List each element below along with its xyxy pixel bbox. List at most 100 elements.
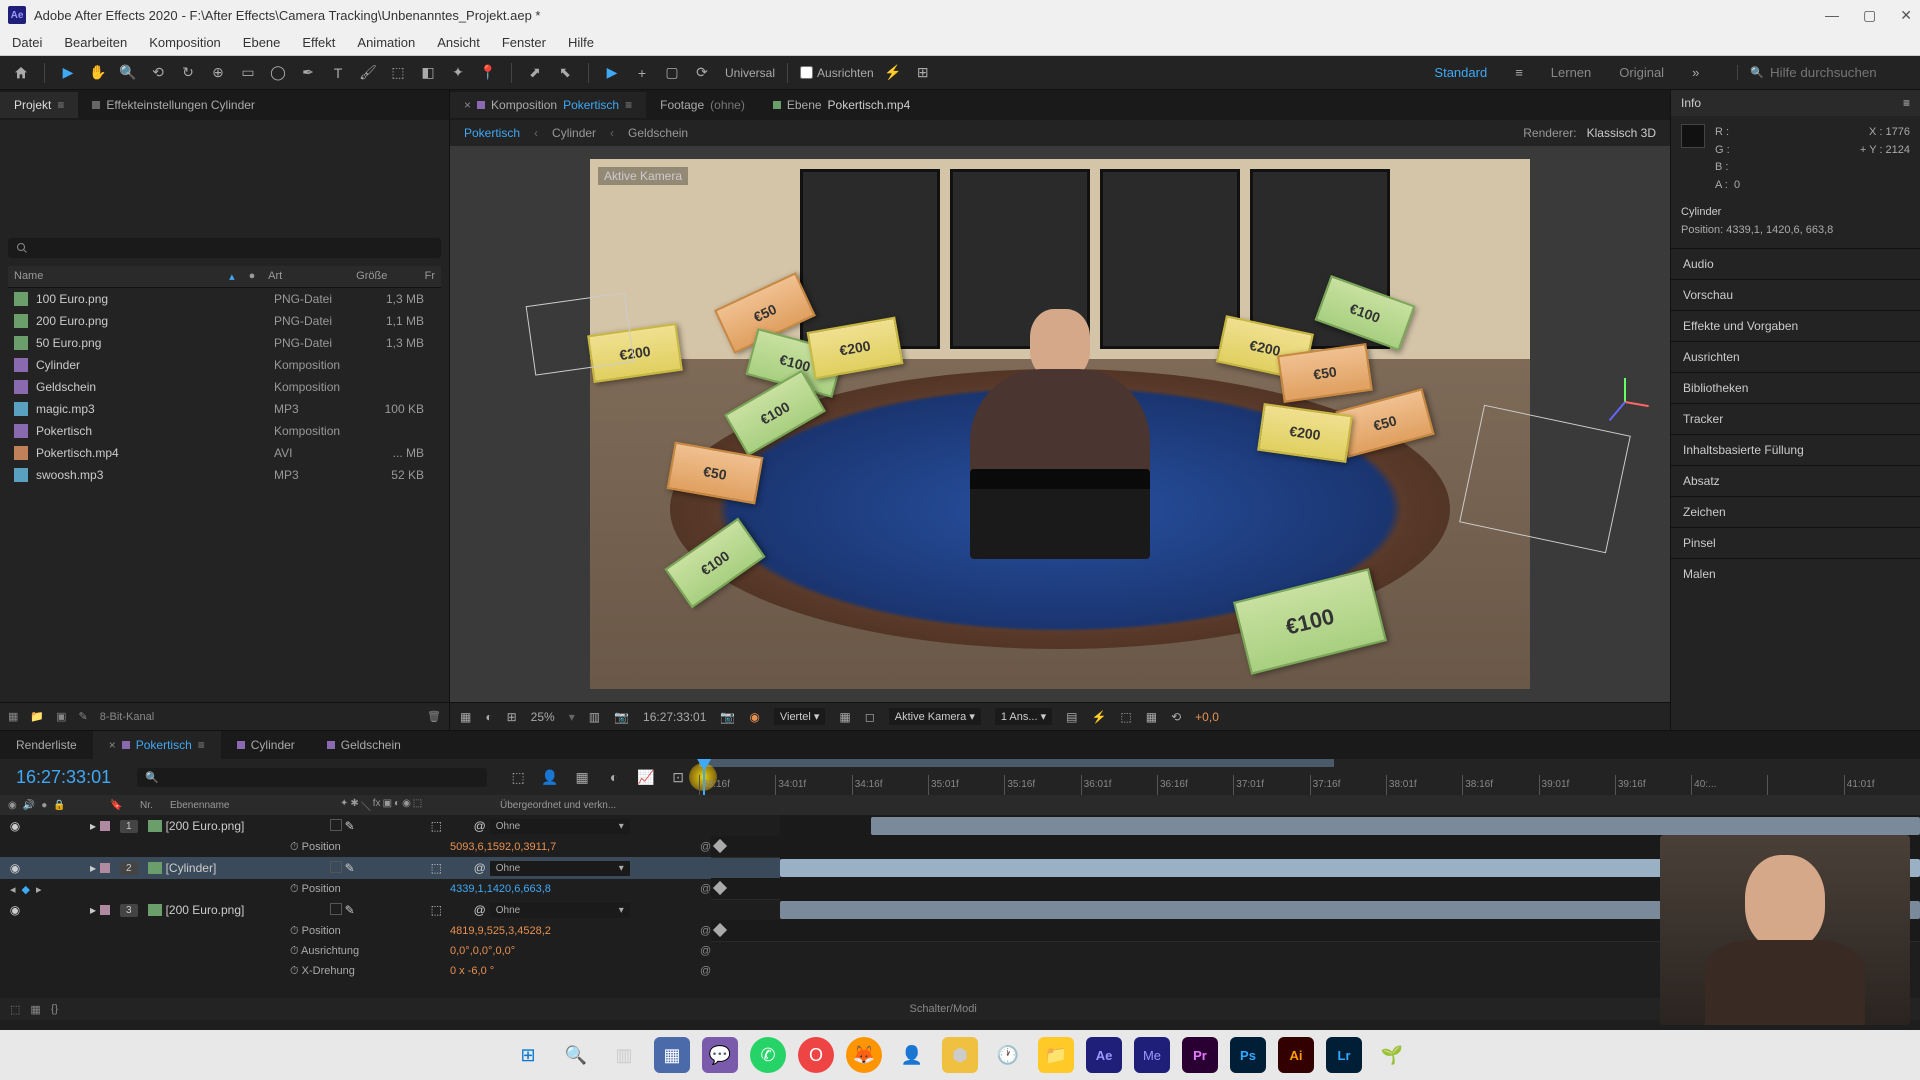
rect-tool[interactable]: ▭ bbox=[237, 62, 259, 84]
minimize-button[interactable]: — bbox=[1825, 7, 1839, 24]
timeline-search[interactable]: 🔍 bbox=[137, 768, 487, 787]
fast-preview-icon[interactable]: ⚡ bbox=[1091, 710, 1106, 724]
tb-media-encoder[interactable]: Me bbox=[1134, 1037, 1170, 1073]
layer-name[interactable]: [200 Euro.png] bbox=[166, 903, 326, 917]
timecode-display[interactable]: 16:27:33:01 bbox=[643, 710, 706, 724]
orientation-value[interactable]: 0,0°,0,0°,0,0° bbox=[450, 945, 700, 957]
asset-row[interactable]: GeldscheinKomposition bbox=[8, 376, 441, 398]
layer-row[interactable]: ◉ ▸ 1 [200 Euro.png] ✎⬚ @ Ohne▾ bbox=[0, 815, 1920, 837]
next-keyframe-icon[interactable]: ▸ bbox=[36, 883, 42, 896]
text-tool[interactable]: T bbox=[327, 62, 349, 84]
project-search[interactable] bbox=[8, 238, 441, 258]
parent-pickwhip-icon[interactable]: @ bbox=[474, 861, 486, 875]
side-section[interactable]: Malen bbox=[1671, 558, 1920, 589]
tab-tl-cylinder[interactable]: Cylinder bbox=[221, 731, 311, 759]
expand-icon[interactable]: ▸ bbox=[90, 903, 96, 917]
tab-footage[interactable]: Footage (ohne) bbox=[646, 92, 759, 118]
tb-widgets[interactable]: ▦ bbox=[654, 1037, 690, 1073]
position-value[interactable]: 4819,9,525,3,4528,2 bbox=[450, 925, 700, 937]
color-mgmt-icon[interactable]: ◉ bbox=[749, 710, 759, 724]
audio-col-icon[interactable]: 🔊 bbox=[23, 800, 35, 811]
timeline-timecode[interactable]: 16:27:33:01 bbox=[0, 767, 127, 788]
hand-tool[interactable]: ✋ bbox=[87, 62, 109, 84]
property-row[interactable]: ⏱ X-Drehung0 x -6,0 °@ bbox=[0, 961, 1920, 981]
tab-tl-geldschein[interactable]: Geldschein bbox=[311, 731, 417, 759]
res-icon[interactable]: ▥ bbox=[589, 710, 600, 724]
mask-icon[interactable]: ◐ bbox=[485, 710, 492, 724]
layer-track[interactable] bbox=[780, 815, 1920, 837]
tb-windows[interactable]: ⊞ bbox=[510, 1037, 546, 1073]
flowchart-icon[interactable]: ⟲ bbox=[1171, 710, 1181, 724]
prev-keyframe-icon[interactable]: ◂ bbox=[10, 883, 16, 896]
visibility-toggle[interactable]: ◉ bbox=[8, 819, 22, 833]
mask-mode-icon[interactable]: ▢ bbox=[661, 62, 683, 84]
toggle-modes-icon[interactable]: ▦ bbox=[30, 1003, 40, 1016]
brush-tool[interactable]: 🖌 bbox=[357, 62, 379, 84]
asset-row[interactable]: CylinderKomposition bbox=[8, 354, 441, 376]
asset-row[interactable]: 200 Euro.pngPNG-Datei1,1 MB bbox=[8, 310, 441, 332]
tl-shy-icon[interactable]: 👤 bbox=[539, 766, 561, 788]
tb-app2[interactable]: ⬢ bbox=[942, 1037, 978, 1073]
menu-fenster[interactable]: Fenster bbox=[502, 35, 546, 50]
expression-pickwhip-icon[interactable]: @ bbox=[700, 883, 711, 895]
col-name[interactable]: Name bbox=[14, 270, 229, 283]
col-groesse[interactable]: Größe bbox=[356, 270, 424, 283]
eye-col-icon[interactable]: ◉ bbox=[8, 800, 17, 811]
tl-graph-icon[interactable]: 📈 bbox=[635, 766, 657, 788]
3d-gizmo[interactable] bbox=[1600, 376, 1650, 426]
parent-pickwhip-icon[interactable]: @ bbox=[474, 819, 486, 833]
roto-tool[interactable]: ✦ bbox=[447, 62, 469, 84]
side-section[interactable]: Inhaltsbasierte Füllung bbox=[1671, 434, 1920, 465]
property-row[interactable]: ◂◆▸⏱ Position4339,1,1420,6,663,8@ bbox=[0, 879, 1920, 899]
3d-icon[interactable]: ⬚ bbox=[1120, 710, 1131, 724]
pan-behind-tool[interactable]: ⊕ bbox=[207, 62, 229, 84]
lock-col-icon[interactable]: 🔒 bbox=[53, 800, 65, 811]
bpc-button[interactable]: 8-Bit-Kanal bbox=[100, 711, 154, 723]
expression-pickwhip-icon[interactable]: @ bbox=[700, 925, 711, 937]
clone-tool[interactable]: ⬚ bbox=[387, 62, 409, 84]
keyframe-icon[interactable] bbox=[713, 839, 727, 853]
crumb-cylinder[interactable]: Cylinder bbox=[552, 126, 596, 140]
trash-icon[interactable]: 🗑 bbox=[427, 710, 441, 723]
crumb-geldschein[interactable]: Geldschein bbox=[628, 126, 688, 140]
col-fr[interactable]: Fr bbox=[425, 270, 435, 283]
zoom-tool[interactable]: 🔍 bbox=[117, 62, 139, 84]
tb-firefox[interactable]: 🦊 bbox=[846, 1037, 882, 1073]
col-art[interactable]: Art bbox=[268, 270, 356, 283]
menu-bearbeiten[interactable]: Bearbeiten bbox=[64, 35, 127, 50]
asset-row[interactable]: magic.mp3MP3100 KB bbox=[8, 398, 441, 420]
viewport[interactable]: €200 €50 €100 €200 €100 €50 €100 €200 €5… bbox=[450, 146, 1670, 702]
world-axis-icon[interactable]: ⬉ bbox=[554, 62, 576, 84]
pen-tool[interactable]: ✒ bbox=[297, 62, 319, 84]
crumb-pokertisch[interactable]: Pokertisch bbox=[464, 126, 520, 140]
workspace-more[interactable]: » bbox=[1692, 65, 1699, 80]
side-section[interactable]: Ausrichten bbox=[1671, 341, 1920, 372]
layer-name[interactable]: [Cylinder] bbox=[166, 861, 326, 875]
visibility-toggle[interactable]: ◉ bbox=[8, 903, 22, 917]
timeline-ruler[interactable]: 33:16f34:01f34:16f35:01f35:16f36:01f36:1… bbox=[699, 759, 1920, 795]
views-dropdown[interactable]: 1 Ans... ▾ bbox=[995, 708, 1052, 725]
transparency-icon[interactable]: ▦ bbox=[839, 710, 850, 724]
tab-renderliste[interactable]: Renderliste bbox=[0, 731, 93, 759]
tb-illustrator[interactable]: Ai bbox=[1278, 1037, 1314, 1073]
alpha-icon[interactable]: ▦ bbox=[460, 710, 471, 724]
tab-tl-pokertisch[interactable]: ×Pokertisch≡ bbox=[93, 731, 221, 759]
interpret-footage-icon[interactable]: ▦ bbox=[8, 710, 18, 723]
universal-label[interactable]: Universal bbox=[725, 66, 775, 80]
refresh-icon[interactable]: ⟳ bbox=[691, 62, 713, 84]
camera-icon[interactable]: 📷 bbox=[720, 710, 735, 724]
help-search-input[interactable] bbox=[1770, 65, 1910, 80]
renderer-dropdown[interactable]: Klassisch 3D bbox=[1587, 126, 1656, 140]
adjust-icon[interactable]: ✎ bbox=[79, 710, 88, 723]
side-section[interactable]: Effekte und Vorgaben bbox=[1671, 310, 1920, 341]
orbit-tool[interactable]: ⟲ bbox=[147, 62, 169, 84]
tab-ebene[interactable]: Ebene Pokertisch.mp4 bbox=[759, 92, 924, 118]
keyframe-icon[interactable] bbox=[713, 923, 727, 937]
stopwatch-icon[interactable]: ⏱ bbox=[290, 883, 299, 895]
menu-komposition[interactable]: Komposition bbox=[149, 35, 221, 50]
asset-row[interactable]: 100 Euro.pngPNG-Datei1,3 MB bbox=[8, 288, 441, 310]
exposure-value[interactable]: +0,0 bbox=[1195, 710, 1219, 724]
tab-projekt[interactable]: Projekt ≡ bbox=[0, 92, 78, 118]
toggle-brackets-icon[interactable]: {} bbox=[51, 1003, 58, 1016]
tb-chat[interactable]: 💬 bbox=[702, 1037, 738, 1073]
